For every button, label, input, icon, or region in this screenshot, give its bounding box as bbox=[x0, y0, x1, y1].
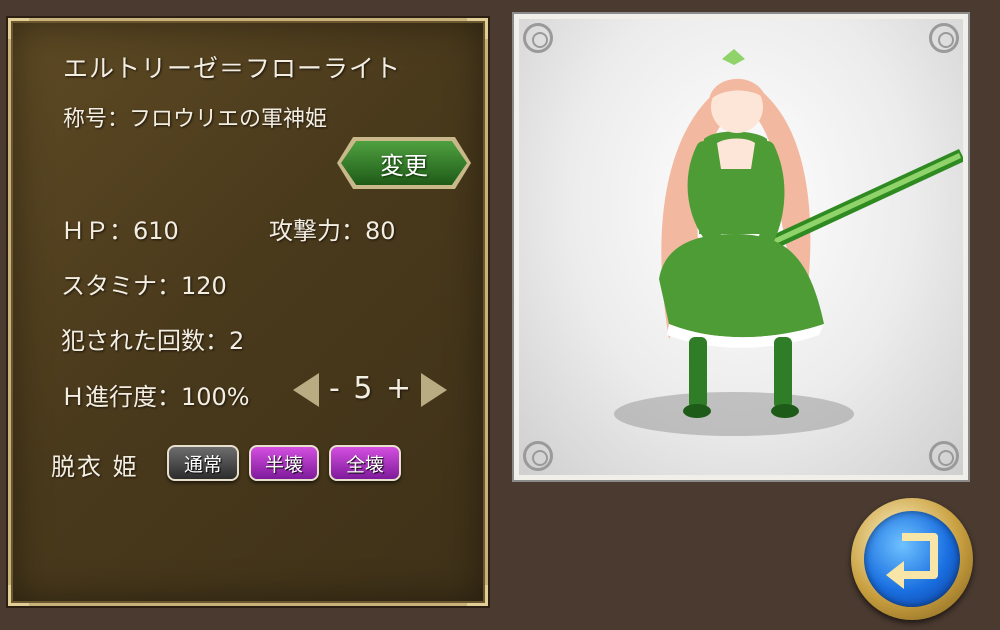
frame-swirl-ornament bbox=[523, 441, 553, 471]
h-progress-stat: Ｈ進行度：100% bbox=[61, 383, 250, 411]
undress-normal-button[interactable]: 通常 bbox=[167, 445, 239, 481]
back-button[interactable] bbox=[851, 498, 973, 620]
back-button-face bbox=[864, 511, 960, 607]
frame-swirl-ornament bbox=[523, 23, 553, 53]
character-title: 称号：フロウリエの軍神姫 bbox=[63, 107, 328, 132]
stamina-stat: スタミナ：120 bbox=[61, 272, 227, 300]
change-title-button[interactable]: 変更 bbox=[341, 141, 467, 185]
undress-full-button[interactable]: 全壊 bbox=[329, 445, 401, 481]
panel-corner-ornament bbox=[8, 585, 29, 606]
hp-stat: ＨＰ：610 bbox=[61, 217, 179, 245]
character-name: エルトリーゼ＝フローライト bbox=[63, 54, 402, 83]
frame-swirl-ornament bbox=[929, 441, 959, 471]
panel-corner-ornament bbox=[467, 18, 488, 39]
level-value: - 5 + bbox=[329, 371, 414, 406]
arrow-right-icon[interactable] bbox=[421, 373, 447, 407]
undress-label: 脱衣 姫 bbox=[51, 453, 139, 481]
attack-stat: 攻撃力：80 bbox=[269, 217, 396, 245]
return-arrow-icon bbox=[886, 533, 938, 589]
character-status-panel: エルトリーゼ＝フローライト 称号：フロウリエの軍神姫 変更 ＨＰ：610 攻撃力… bbox=[8, 18, 488, 606]
panel-corner-ornament bbox=[467, 585, 488, 606]
violated-count-stat: 犯された回数：2 bbox=[61, 327, 245, 355]
arrow-left-icon[interactable] bbox=[293, 373, 319, 407]
character-illustration bbox=[614, 49, 963, 436]
panel-corner-ornament bbox=[8, 18, 29, 39]
undress-half-button[interactable]: 半壊 bbox=[249, 445, 319, 481]
frame-swirl-ornament bbox=[929, 23, 959, 53]
character-portrait-frame bbox=[514, 14, 968, 480]
